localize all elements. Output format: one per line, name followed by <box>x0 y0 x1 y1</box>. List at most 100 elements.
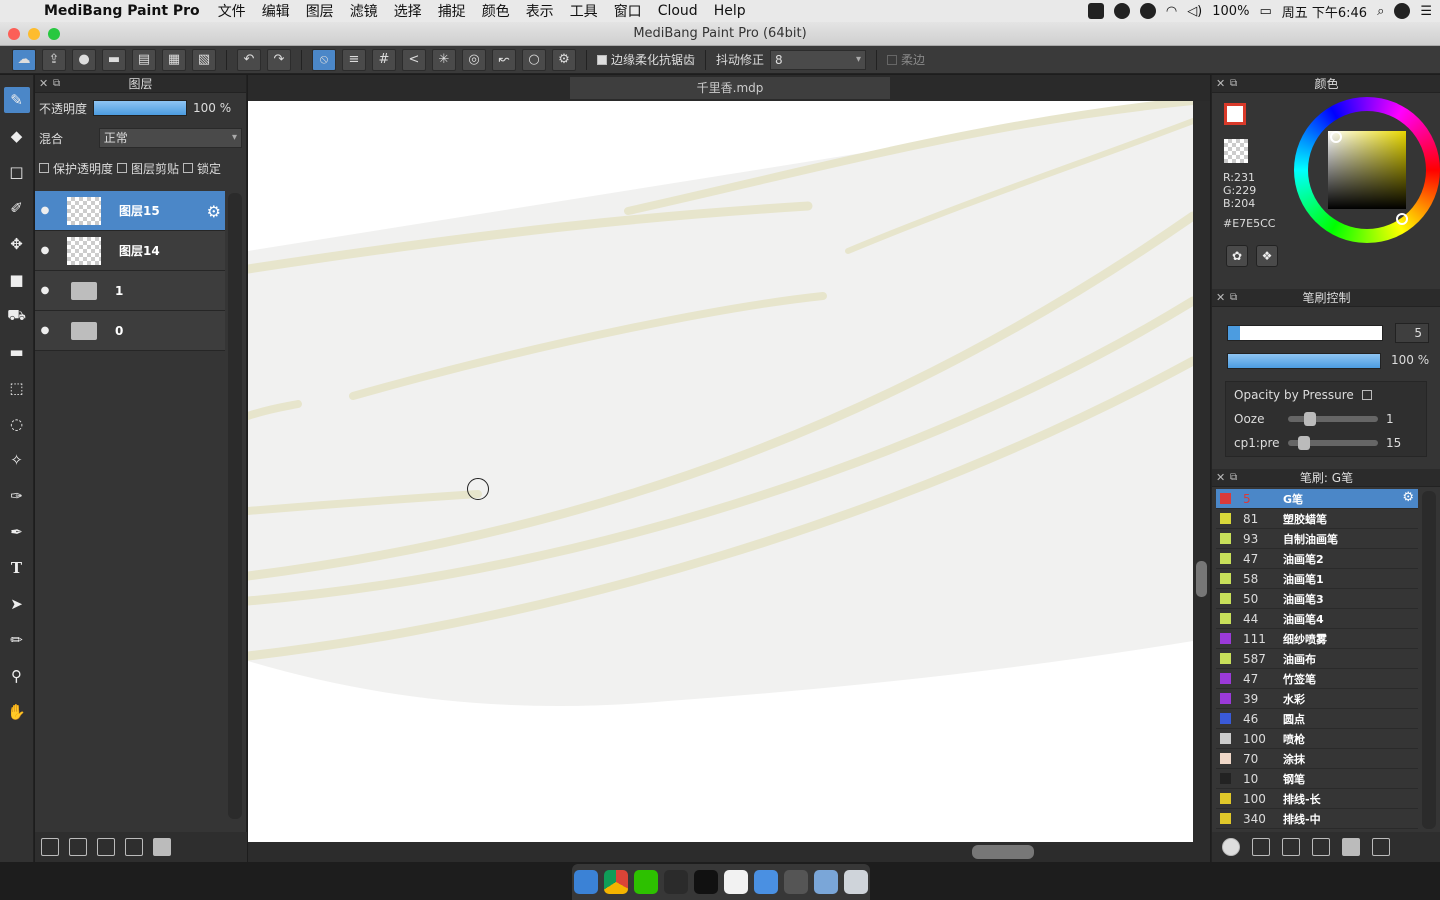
add-brush-icon[interactable] <box>1252 838 1270 856</box>
clipping-checkbox[interactable] <box>117 163 128 173</box>
battery-icon[interactable]: ▭ <box>1259 4 1271 19</box>
brush-folder-icon[interactable] <box>1342 838 1360 856</box>
app-name-menu[interactable]: MediBang Paint Pro <box>44 3 210 19</box>
brush-item[interactable]: 58 油画笔1 <box>1216 569 1418 589</box>
visibility-icon[interactable]: ● <box>35 285 55 296</box>
siri-icon[interactable] <box>1394 3 1411 19</box>
brush-item[interactable]: 100 喷枪 <box>1216 729 1418 749</box>
blur-tool-icon[interactable]: ✐ <box>4 195 30 221</box>
perspective-snap-icon[interactable]: < <box>402 48 426 71</box>
chrome-icon[interactable] <box>604 870 628 894</box>
trash-icon[interactable] <box>844 870 868 894</box>
brush-item[interactable]: 50 油画笔3 <box>1216 589 1418 609</box>
brush-opacity-slider[interactable] <box>1227 353 1381 369</box>
document-tab[interactable]: 千里香.mdp <box>570 77 890 99</box>
layer-row[interactable]: ● 0 <box>35 311 225 351</box>
menu-snap[interactable]: 捕捉 <box>430 1 474 21</box>
ooze-slider[interactable] <box>1288 412 1378 426</box>
layer-row[interactable]: ● 图层15 ⚙ <box>35 191 225 231</box>
eraser-tool-icon[interactable]: ◆ <box>4 123 30 149</box>
text-tool-icon[interactable]: T <box>4 555 30 581</box>
add-layer-menu-icon[interactable] <box>125 838 143 856</box>
palette-icon[interactable]: ✿ <box>1226 245 1248 267</box>
color-wheel[interactable] <box>1294 97 1440 243</box>
eyedropper-tool-icon[interactable]: ⚲ <box>4 663 30 689</box>
circle-snap-icon[interactable]: ○ <box>522 48 546 71</box>
menu-view[interactable]: 表示 <box>518 1 562 21</box>
saturation-value-square[interactable] <box>1328 131 1406 209</box>
transparent-color-swatch[interactable] <box>1224 139 1248 163</box>
brush-item[interactable]: 39 水彩 <box>1216 689 1418 709</box>
gradient-tool-icon[interactable]: ▬ <box>4 339 30 365</box>
grid-snap-icon[interactable]: # <box>372 48 396 71</box>
brush-item[interactable]: 44 油画笔4 <box>1216 609 1418 629</box>
layer-row[interactable]: ● 1 <box>35 271 225 311</box>
visibility-icon[interactable]: ● <box>35 325 55 336</box>
slider-knob[interactable] <box>1304 412 1316 426</box>
operation-tool-icon[interactable]: ➤ <box>4 591 30 617</box>
popout-icon[interactable]: ⧉ <box>1230 75 1237 93</box>
canvas-horizontal-scrollbar[interactable] <box>248 842 1210 862</box>
radial-snap-icon[interactable]: ✳ <box>432 48 456 71</box>
checkbox-box[interactable] <box>597 54 607 65</box>
menu-filter[interactable]: 滤镜 <box>342 1 386 21</box>
brush-item[interactable]: 100 排线-长 <box>1216 789 1418 809</box>
figma-icon[interactable] <box>664 870 688 894</box>
clock[interactable]: 周五 下午6:46 <box>1282 2 1367 21</box>
brush-list-scrollbar[interactable] <box>1422 491 1436 829</box>
volume-icon[interactable]: ◁) <box>1187 4 1202 19</box>
concentric-snap-icon[interactable]: ◎ <box>462 48 486 71</box>
close-icon[interactable]: ✕ <box>39 75 48 93</box>
page-icon[interactable]: ▤ <box>132 48 156 71</box>
scrollbar-thumb[interactable] <box>972 845 1034 859</box>
zoom-window-button[interactable] <box>48 28 60 40</box>
lock-checkbox[interactable] <box>183 163 194 173</box>
brush-settings-gear-icon[interactable]: ⚙ <box>1402 490 1414 505</box>
brush-item[interactable]: 111 细纱喷雾 <box>1216 629 1418 649</box>
select-pen-tool-icon[interactable]: ✑ <box>4 483 30 509</box>
menu-edit[interactable]: 编辑 <box>254 1 298 21</box>
menu-file[interactable]: 文件 <box>210 1 254 21</box>
brush-item[interactable]: 587 油画布 <box>1216 649 1418 669</box>
duplicate-brush-icon[interactable] <box>1372 838 1390 856</box>
parallel-snap-icon[interactable]: ≡ <box>342 48 366 71</box>
wifi-icon[interactable]: ◠ <box>1166 4 1177 19</box>
sv-picker-handle[interactable] <box>1330 131 1342 143</box>
drawing-canvas[interactable] <box>248 101 1193 842</box>
hex-value[interactable]: #E7E5CC <box>1223 217 1275 230</box>
layer-list-scrollbar[interactable] <box>228 193 242 819</box>
stabilizer-select[interactable]: 8 <box>770 49 867 70</box>
snap-settings-icon[interactable]: ⚙ <box>552 48 576 71</box>
brush-tool-icon[interactable]: ✎ <box>3 87 30 113</box>
new-folder-icon[interactable] <box>153 838 171 856</box>
screenshot-icon[interactable] <box>784 870 808 894</box>
snap-off-icon[interactable]: ⦸ <box>312 48 336 71</box>
edit-panel-icon[interactable]: ▧ <box>192 48 216 71</box>
popout-icon[interactable]: ⧉ <box>53 75 60 93</box>
brush-item[interactable]: 10 钢笔 <box>1216 769 1418 789</box>
popout-icon[interactable]: ⧉ <box>1230 289 1237 307</box>
opacity-by-pressure-checkbox[interactable] <box>1361 390 1372 400</box>
browser-icon[interactable] <box>754 870 778 894</box>
lasso-tool-icon[interactable]: ◌ <box>4 411 30 437</box>
cloud-brush-icon[interactable] <box>1222 838 1240 856</box>
dot-tool-icon[interactable]: □ <box>4 159 30 185</box>
hand-tool-icon[interactable]: ✋ <box>4 699 30 725</box>
brush-item[interactable]: 81 塑胶蜡笔 <box>1216 509 1418 529</box>
share-icon[interactable]: ⇪ <box>42 48 66 71</box>
comment-icon[interactable]: ● <box>72 48 96 71</box>
record-icon[interactable] <box>1087 3 1104 19</box>
antialias-checkbox[interactable]: 边缘柔化抗锯齿 <box>597 51 695 68</box>
brush-size-slider[interactable] <box>1227 325 1383 341</box>
menu-tools[interactable]: 工具 <box>562 1 606 21</box>
canvas-vertical-scrollbar[interactable] <box>1193 101 1210 842</box>
minimize-window-button[interactable] <box>28 28 40 40</box>
bucket-tool-icon[interactable]: ⛟ <box>4 303 30 329</box>
divide-tool-icon[interactable]: ✏ <box>4 627 30 653</box>
layer-row[interactable]: ● 图层14 <box>35 231 225 271</box>
undo-icon[interactable]: ↶ <box>237 48 261 71</box>
qq-icon[interactable] <box>1113 3 1130 19</box>
qq-dock-icon[interactable] <box>694 870 718 894</box>
brush-item[interactable]: 47 竹签笔 <box>1216 669 1418 689</box>
opacity-slider[interactable] <box>93 100 188 116</box>
